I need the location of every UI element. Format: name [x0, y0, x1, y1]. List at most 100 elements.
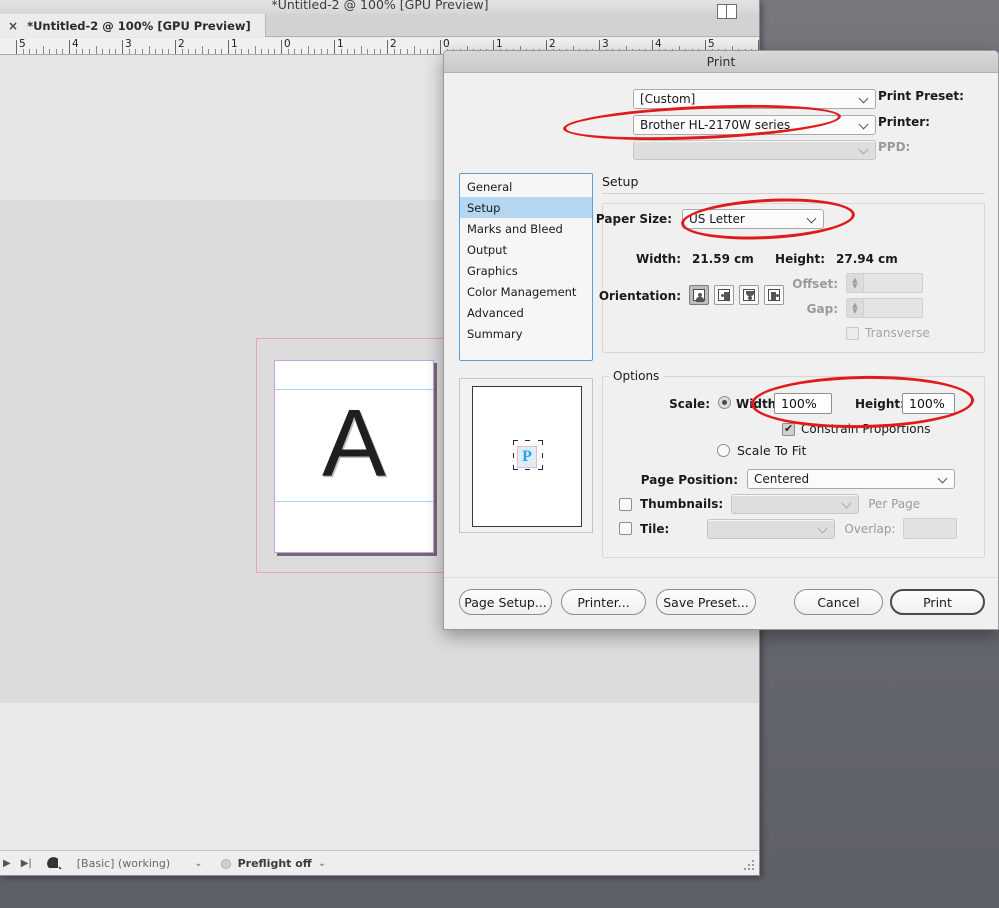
ruler-major-tick — [16, 40, 17, 54]
scale-label: Scale: — [669, 397, 716, 411]
nav-item-label: Output — [467, 243, 507, 257]
offset-stepper-icon: ▲▼ — [847, 274, 864, 292]
transverse-label: Transverse — [865, 326, 930, 340]
orientation-portrait-button[interactable] — [689, 285, 709, 305]
last-page-icon[interactable]: ▶| — [21, 858, 32, 869]
paper-width-value: 21.59 cm — [692, 252, 754, 266]
chevron-down-icon — [939, 474, 948, 483]
printer-combo[interactable]: Brother HL-2170W series — [633, 115, 876, 135]
chevron-down-icon — [808, 214, 817, 223]
page-setup-button-label: Page Setup... — [464, 595, 547, 610]
thumbnails-combo — [731, 494, 859, 514]
page-position-combo[interactable]: Centered — [747, 469, 955, 489]
chevron-down-icon — [819, 524, 828, 533]
print-options-nav-list[interactable]: General Setup Marks and Bleed Output Gra… — [459, 173, 593, 361]
ruler-minor-tick — [195, 49, 196, 54]
nav-item-graphics[interactable]: Graphics — [460, 260, 592, 281]
paper-size-combo[interactable]: US Letter — [682, 209, 824, 229]
nav-item-color-management[interactable]: Color Management — [460, 281, 592, 302]
scale-width-input[interactable]: 100% — [774, 393, 832, 414]
print-dialog-title: Print — [707, 54, 736, 69]
selection-handle — [542, 453, 547, 458]
orientation-landscape-right-button[interactable] — [764, 285, 784, 305]
nav-item-label: Marks and Bleed — [467, 222, 563, 236]
ruler-minor-tick — [321, 49, 322, 54]
ruler-minor-tick — [354, 49, 355, 54]
gap-label: Gap: — [807, 302, 844, 316]
page-nav-icon[interactable] — [46, 856, 63, 871]
scale-radio[interactable] — [718, 396, 731, 409]
paper-size-label: Paper Size: — [596, 212, 678, 226]
constrain-proportions-label: Constrain Proportions — [801, 422, 931, 436]
paper-size-value: US Letter — [689, 212, 745, 226]
print-preset-combo[interactable]: [Custom] — [633, 89, 876, 109]
ruler-minor-tick — [208, 49, 209, 54]
margin-guide-bottom — [275, 501, 433, 502]
tile-checkbox[interactable] — [619, 522, 632, 535]
ruler-minor-tick — [261, 49, 262, 54]
constrain-proportions-checkbox[interactable] — [782, 423, 795, 436]
nav-item-label: Color Management — [467, 285, 576, 299]
nav-item-output[interactable]: Output — [460, 239, 592, 260]
page-position-value: Centered — [754, 472, 809, 486]
preflight-chevron-down-icon[interactable]: ⌄ — [318, 858, 326, 869]
nav-item-marks-and-bleed[interactable]: Marks and Bleed — [460, 218, 592, 239]
per-page-label: Per Page — [868, 497, 920, 511]
nav-item-general[interactable]: General — [460, 176, 592, 197]
print-button[interactable]: Print — [890, 589, 985, 615]
ruler-minor-tick — [188, 49, 189, 54]
nav-item-summary[interactable]: Summary — [460, 323, 592, 344]
ruler-minor-tick — [43, 46, 44, 54]
document-tab-label: *Untitled-2 @ 100% [GPU Preview] — [27, 19, 251, 33]
scale-to-fit-row[interactable]: Scale To Fit — [717, 443, 806, 458]
nav-item-setup[interactable]: Setup — [460, 197, 592, 218]
save-preset-button-label: Save Preset... — [663, 595, 749, 610]
ruler-minor-tick — [268, 49, 269, 54]
panel-toggle-icon[interactable] — [717, 4, 737, 19]
ruler-major-tick — [440, 40, 441, 54]
scale-width-value: 100% — [781, 396, 817, 411]
preview-letter: P — [518, 447, 536, 467]
ruler-minor-tick — [168, 49, 169, 54]
next-page-icon[interactable]: ▶ — [3, 858, 11, 869]
selection-handle — [538, 440, 543, 445]
selection-handle — [513, 465, 518, 470]
pasteboard-lower — [0, 703, 760, 850]
scale-to-fit-radio[interactable] — [717, 444, 730, 457]
orientation-portrait-flipped-button[interactable] — [739, 285, 759, 305]
page-setup-button[interactable]: Page Setup... — [459, 589, 552, 615]
scale-height-input[interactable]: 100% — [902, 393, 955, 414]
print-preview-pane[interactable]: P — [459, 378, 593, 533]
thumbnails-checkbox[interactable] — [619, 498, 632, 511]
tile-combo — [707, 519, 835, 539]
page-text-letter[interactable]: A — [275, 389, 433, 499]
ruler-minor-tick — [162, 49, 163, 54]
selection-handle — [525, 440, 530, 445]
chevron-down-icon — [860, 120, 869, 129]
ruler-minor-tick — [308, 46, 309, 54]
orientation-landscape-left-button[interactable] — [714, 285, 734, 305]
printer-button[interactable]: Printer... — [561, 589, 646, 615]
ruler-minor-tick — [367, 49, 368, 54]
document-page[interactable]: A — [274, 360, 434, 553]
ruler-minor-tick — [56, 49, 57, 54]
ruler-minor-tick — [155, 49, 156, 54]
ruler-minor-tick — [294, 49, 295, 54]
nav-item-advanced[interactable]: Advanced — [460, 302, 592, 323]
document-page-spread[interactable]: A — [256, 338, 452, 573]
transverse-checkbox — [846, 327, 859, 340]
tile-label: Tile: — [640, 522, 669, 536]
nav-item-label: Graphics — [467, 264, 518, 278]
constrain-proportions-row[interactable]: Constrain Proportions — [782, 422, 931, 436]
cancel-button[interactable]: Cancel — [794, 589, 883, 615]
document-tab-bar: × *Untitled-2 @ 100% [GPU Preview] — [0, 14, 760, 37]
document-tab[interactable]: × *Untitled-2 @ 100% [GPU Preview] — [0, 14, 266, 37]
ruler-minor-tick — [427, 49, 428, 54]
offset-label: Offset: — [792, 277, 844, 291]
style-chevron-down-icon[interactable]: ⌄ — [194, 858, 202, 869]
save-preset-button[interactable]: Save Preset... — [656, 589, 756, 615]
resize-grip-icon[interactable] — [743, 859, 756, 872]
dialog-button-bar: Page Setup... Printer... Save Preset... … — [444, 577, 998, 629]
print-dialog-titlebar: Print — [444, 51, 998, 73]
close-icon[interactable]: × — [8, 20, 18, 32]
